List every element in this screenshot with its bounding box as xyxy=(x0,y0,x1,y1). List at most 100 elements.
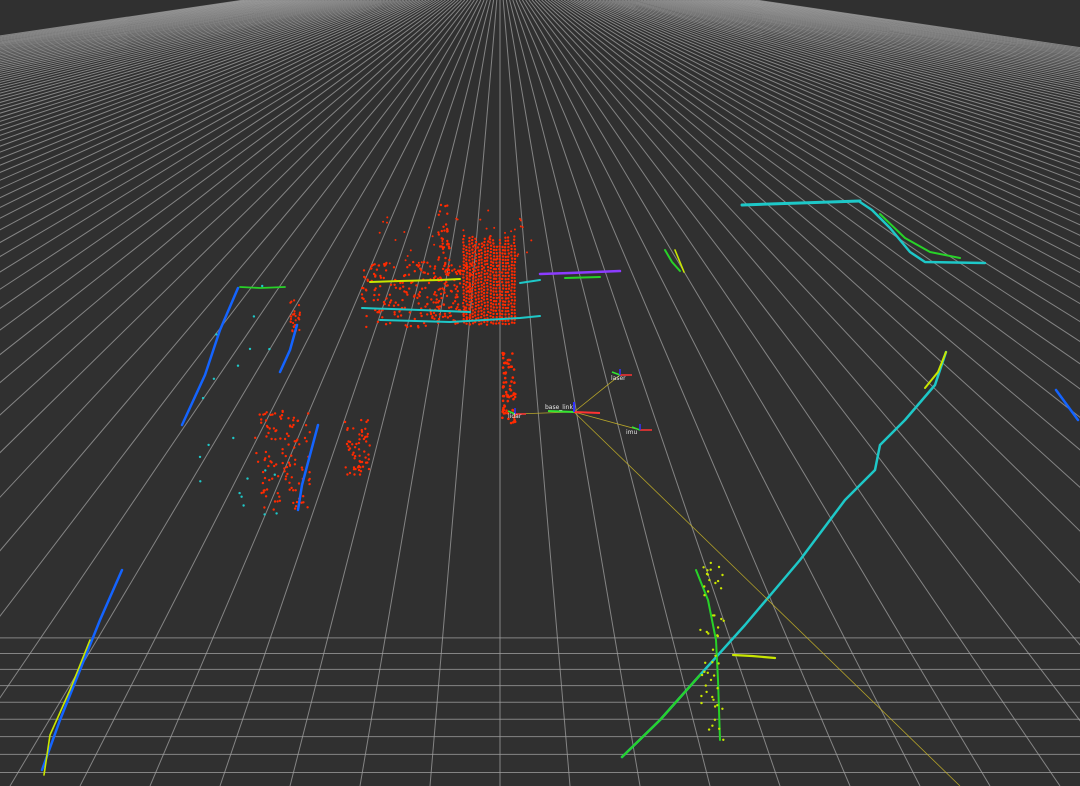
cloud-point xyxy=(416,296,419,300)
cloud-point xyxy=(492,296,495,300)
cloud-point xyxy=(358,433,361,436)
cloud-point xyxy=(512,241,516,245)
cloud-point xyxy=(483,279,487,282)
cloud-point xyxy=(498,296,501,299)
cloud-point xyxy=(504,381,508,384)
grid-line xyxy=(611,0,1080,158)
cloud-point xyxy=(492,264,495,268)
cloud-point xyxy=(502,385,506,388)
cloud-point xyxy=(474,301,477,304)
cloud-point xyxy=(407,273,411,276)
cloud-point xyxy=(480,287,483,290)
cloud-point xyxy=(510,380,513,383)
cloud-point xyxy=(289,317,293,321)
cloud-point xyxy=(489,302,493,305)
cloud-point xyxy=(510,305,514,308)
cloud-point xyxy=(700,694,703,698)
cloud-point xyxy=(486,275,490,278)
cloud-point xyxy=(289,301,292,304)
cloud-point xyxy=(441,315,445,319)
grid-line xyxy=(576,0,1080,248)
cloud-point xyxy=(711,695,714,699)
cloud-point xyxy=(268,427,271,430)
cloud-point xyxy=(504,390,508,394)
cloud-point xyxy=(474,285,477,288)
cloud-point xyxy=(486,307,489,310)
cloud-point xyxy=(495,300,498,303)
cloud-point xyxy=(403,290,406,293)
cloud-point xyxy=(428,226,431,229)
cloud-point xyxy=(468,268,472,272)
cloud-point xyxy=(492,309,495,312)
cloud-point xyxy=(267,464,270,468)
cloud-point xyxy=(367,453,370,456)
cloud-point xyxy=(360,418,363,422)
cloud-point xyxy=(364,435,367,438)
cloud-point xyxy=(242,504,245,507)
grid-line xyxy=(525,0,1061,786)
cloud-point xyxy=(468,288,472,291)
grid-line xyxy=(429,0,498,786)
cloud-point xyxy=(480,322,483,325)
cloud-point xyxy=(465,258,468,261)
cloud-point xyxy=(258,413,261,416)
cloud-point xyxy=(498,286,501,290)
cloud-point xyxy=(429,265,432,268)
cloud-point xyxy=(464,284,468,287)
cloud-point xyxy=(471,251,474,255)
cloud-point xyxy=(291,425,294,429)
cloud-point xyxy=(366,419,370,422)
cloud-point xyxy=(252,315,256,318)
cloud-point xyxy=(507,274,511,278)
cloud-point xyxy=(489,257,493,260)
cloud-point xyxy=(484,263,487,266)
cloud-point xyxy=(480,277,483,280)
cloud-point xyxy=(281,452,284,455)
cloud-point xyxy=(441,242,444,245)
cloud-point xyxy=(507,245,510,249)
cloud-point xyxy=(474,260,478,263)
cloud-point xyxy=(703,585,706,588)
cloud-point xyxy=(293,299,296,302)
cloud-point xyxy=(503,249,507,252)
cloud-point xyxy=(489,289,493,292)
cloud-point xyxy=(511,376,515,379)
cloud-point xyxy=(508,358,512,362)
cloud-point xyxy=(275,463,278,466)
cloud-point xyxy=(483,320,486,324)
cloud-point xyxy=(382,276,385,280)
tf-label-f1: laser xyxy=(611,375,626,382)
cloud-point xyxy=(347,445,350,448)
cloud-point xyxy=(276,500,279,503)
cloud-point xyxy=(495,293,499,296)
grid-line xyxy=(669,0,1080,92)
cloud-point xyxy=(480,258,483,261)
3d-viewport[interactable]: base_link laser imu lidar xyxy=(0,0,1080,786)
cloud-point xyxy=(521,226,524,229)
cloud-point xyxy=(420,269,423,272)
cloud-point xyxy=(489,311,492,315)
cloud-point xyxy=(442,225,445,228)
cloud-point xyxy=(492,306,495,309)
cloud-point xyxy=(486,288,489,291)
cloud-point xyxy=(478,323,481,326)
cloud-point xyxy=(477,310,480,313)
scan-line xyxy=(695,569,721,741)
cloud-point xyxy=(513,312,516,315)
cloud-point xyxy=(506,394,510,397)
cloud-point xyxy=(420,261,423,264)
cloud-point xyxy=(290,486,293,490)
cloud-point xyxy=(480,284,483,287)
cloud-point xyxy=(507,252,510,255)
cloud-point xyxy=(511,352,514,355)
grid-line xyxy=(0,0,283,50)
cloud-point xyxy=(719,587,723,590)
cloud-point xyxy=(526,251,528,254)
cloud-point xyxy=(465,271,469,274)
cloud-point xyxy=(486,285,489,288)
cloud-point xyxy=(432,272,436,275)
grid-line xyxy=(679,0,1080,85)
cloud-point xyxy=(437,256,441,259)
cloud-point xyxy=(429,312,433,316)
cloud-point xyxy=(510,273,514,276)
